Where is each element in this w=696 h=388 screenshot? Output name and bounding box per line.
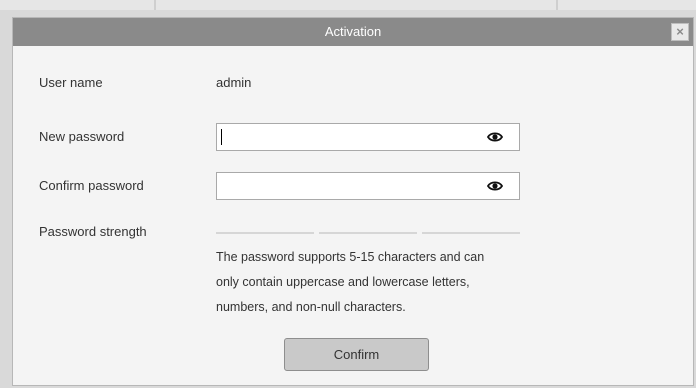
password-strength-meter (216, 232, 520, 235)
background-toolbar (0, 0, 696, 10)
dialog-title: Activation (324, 24, 382, 39)
strength-bar-weak (216, 232, 314, 234)
strength-bar-strong (422, 232, 520, 234)
text-caret (221, 129, 222, 145)
activation-dialog: Activation × User name admin New passwor… (12, 17, 694, 386)
hint-line: The password supports 5-15 characters an… (216, 250, 485, 264)
background-divider (556, 0, 558, 10)
eye-icon[interactable] (487, 131, 503, 143)
close-button[interactable]: × (671, 23, 689, 41)
hint-line: numbers, and non-null characters. (216, 300, 406, 314)
dialog-titlebar: Activation (13, 18, 693, 46)
password-strength-label: Password strength (39, 224, 147, 239)
confirm-password-label: Confirm password (39, 178, 144, 193)
new-password-input[interactable] (216, 123, 520, 151)
password-hint: The password supports 5-15 characters an… (216, 245, 536, 320)
new-password-label: New password (39, 129, 125, 144)
strength-bar-medium (319, 232, 417, 234)
confirm-button[interactable]: Confirm (284, 338, 429, 371)
background-divider (154, 0, 156, 10)
close-icon: × (676, 24, 684, 39)
username-value: admin (216, 75, 252, 90)
confirm-password-input[interactable] (216, 172, 520, 200)
username-label: User name (39, 75, 103, 90)
hint-line: only contain uppercase and lowercase let… (216, 275, 470, 289)
eye-icon[interactable] (487, 180, 503, 192)
